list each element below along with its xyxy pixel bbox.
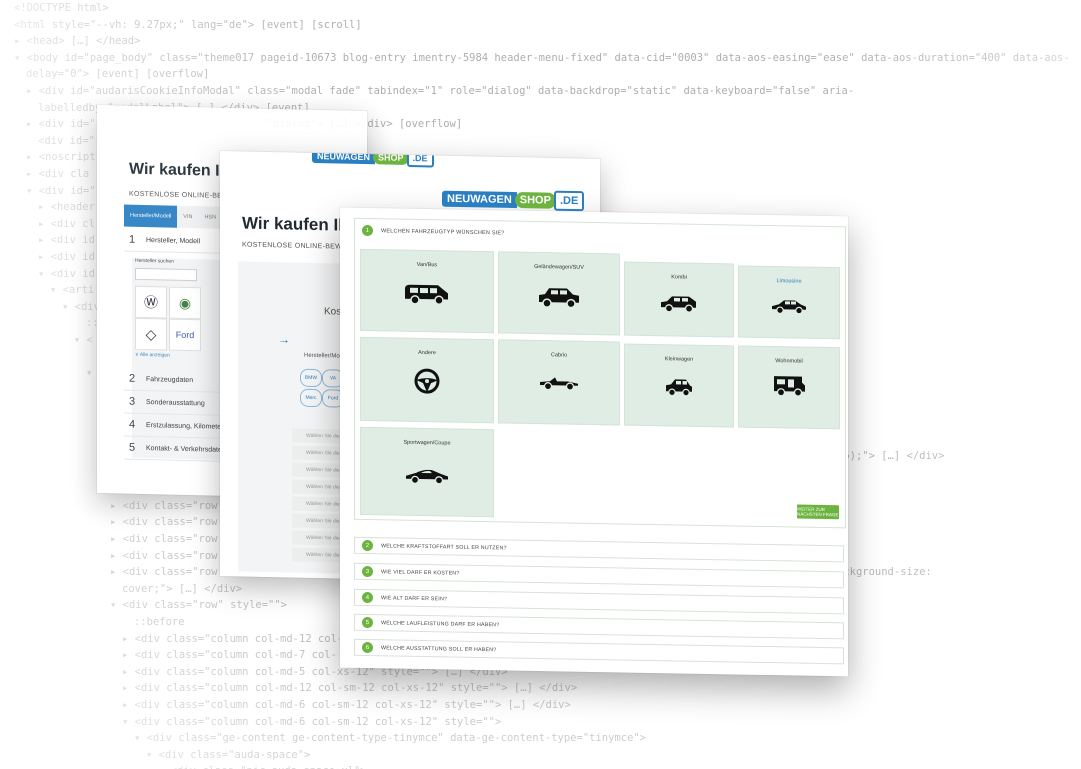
code-line: ▾ <div class="pic auda-space-xl">: [0, 763, 1081, 769]
suv-icon: [539, 288, 579, 309]
vehicle-label: Kleinwagen: [664, 356, 694, 363]
vw-logo-icon[interactable]: Ⓦ: [135, 285, 167, 319]
question-panel-vehicle-type: 1 WELCHEN FAHRZEUGTYP WÜNSCHEN SIE? Van/…: [354, 217, 846, 529]
step-badge: 1: [362, 224, 373, 237]
step-number: 3: [128, 395, 136, 408]
kleinwagen-icon: [666, 379, 692, 397]
wohnmobil-icon: [774, 376, 805, 397]
tab-hsn[interactable]: HSN: [198, 206, 222, 229]
vehicle-card-andere[interactable]: Andere: [360, 336, 494, 424]
next-question-button[interactable]: WEITER ZUR NÄCHSTEN FRAGE: [797, 504, 839, 520]
brand-chip[interactable]: BMW: [300, 368, 322, 388]
vehicle-label: Kombi: [671, 274, 687, 281]
code-line: <html style="--vh: 9.27px;" lang="de"> […: [14, 18, 362, 31]
brand-chip[interactable]: Merc: [300, 388, 322, 408]
kombi-icon: [661, 296, 696, 313]
vehicle-card-van[interactable]: Van/Bus: [360, 248, 494, 334]
question-label: WELCHE KRAFTSTOFFART SOLL ER NUTZEN?: [381, 542, 507, 551]
question-header[interactable]: 1 WELCHEN FAHRZEUGTYP WÜNSCHEN SIE?: [362, 224, 505, 238]
vehicle-label: Geländewagen/SUV: [534, 263, 584, 271]
step-label: Hersteller, Modell: [146, 236, 201, 245]
show-all-link[interactable]: ∨ Alle anzeigen: [135, 352, 170, 359]
vehicle-label: Sportwagen/Coupe: [403, 439, 451, 447]
code-line: delay="0"> [event] [overflow]: [26, 68, 210, 81]
code-line: ▾ <div class="auda-space">: [146, 748, 311, 761]
step-number: 2: [128, 372, 136, 385]
vehicle-label: Wohnmobil: [775, 358, 803, 365]
logo-part-de: .DE: [553, 190, 585, 212]
step-badge: 2: [362, 539, 373, 552]
question-label: WELCHE LAUFLEISTUNG DARF ER HABEN?: [381, 619, 500, 628]
vehicle-card-limousine[interactable]: Limousine: [738, 265, 840, 340]
tab-hersteller-modell[interactable]: Hersteller/Modell: [124, 204, 178, 228]
logo-part-neuwagen: NEUWAGEN: [442, 190, 517, 209]
step-number: 1: [128, 233, 136, 246]
van-icon: [405, 284, 448, 306]
step-number: 5: [128, 441, 136, 454]
ford-logo-icon[interactable]: Ford: [169, 318, 201, 352]
page-title: Wir kaufen Ihr: [242, 213, 356, 235]
code-line: ▸ <div id="audarisCookieInfoModal" class…: [26, 84, 855, 97]
sportwagen-icon: [406, 469, 448, 485]
limousine-icon: [772, 300, 806, 315]
code-line: ▸ <div class="column col-md-12 col-sm-12…: [122, 682, 578, 695]
vehicle-card-kombi[interactable]: Kombi: [624, 261, 734, 338]
question-row-preis[interactable]: 3 WIE VIEL DARF ER KOSTEN?: [354, 562, 844, 589]
skoda-logo-icon[interactable]: ◉: [169, 286, 201, 320]
form-heading: Kos: [324, 306, 342, 318]
code-line: ▾ <body id="page_body" class="theme017 p…: [14, 51, 1070, 64]
brand-search-input[interactable]: [135, 267, 197, 282]
question-row-kraftstoff[interactable]: 2 WELCHE KRAFTSTOFFART SOLL ER NUTZEN?: [354, 536, 844, 563]
question-label: WIE ALT DARF ER SEIN?: [381, 594, 448, 602]
question-label: WELCHE AUSSTATTUNG SOLL ER HABEN?: [381, 644, 497, 653]
question-label: WIE VIEL DARF ER KOSTEN?: [381, 568, 460, 577]
question-row-laufleistung[interactable]: 5 WELCHE LAUFLEISTUNG DARF ER HABEN?: [354, 613, 844, 640]
vehicle-card-suv[interactable]: Geländewagen/SUV: [498, 251, 620, 336]
logo-part-shop: SHOP: [514, 192, 556, 209]
vehicle-label: Limousine: [776, 278, 802, 285]
question-row-alter[interactable]: 4 WIE ALT DARF ER SEIN?: [354, 588, 844, 615]
vehicle-card-wohnmobil[interactable]: Wohnmobil: [738, 345, 840, 430]
step-badge: 5: [362, 616, 373, 629]
vehicle-card-cabrio[interactable]: Cabrio: [498, 339, 620, 426]
code-line: ▸ <div class="column col-md-6 col-sm-12 …: [122, 698, 571, 711]
vehicle-card-sportwagen[interactable]: Sportwagen/Coupe: [360, 426, 494, 518]
step-label: Erstzulassung, Kilometer: [146, 421, 224, 431]
vehicle-label: Cabrio: [550, 352, 568, 359]
vehicle-label: Van/Bus: [416, 261, 438, 269]
vehicle-label: Andere: [418, 349, 436, 357]
step-label: Fahrzeugdaten: [146, 375, 194, 384]
step-number: 4: [128, 418, 136, 431]
step-label: Kontakt- & Verkehrsdaten: [146, 444, 226, 454]
step-badge: 4: [362, 591, 373, 604]
vehicle-card-kleinwagen[interactable]: Kleinwagen: [624, 343, 734, 428]
code-line: ▾ <div class="ge-content ge-content-type…: [134, 732, 647, 745]
step-badge: 6: [362, 641, 373, 654]
filter-label: Hersteller suchen: [135, 257, 174, 265]
code-line: ▸ <head> […] </head>: [14, 35, 141, 48]
question-label: WELCHEN FAHRZEUGTYP WÜNSCHEN SIE?: [381, 227, 505, 236]
front-window: 1 WELCHEN FAHRZEUGTYP WÜNSCHEN SIE? Van/…: [340, 207, 848, 677]
site-logo[interactable]: NEUWAGEN SHOP .DE: [442, 189, 585, 212]
question-row-ausstattung[interactable]: 6 WELCHE AUSSTATTUNG SOLL ER HABEN?: [354, 638, 844, 665]
code-line: ▾ <div class="column col-md-6 col-sm-12 …: [122, 715, 502, 728]
tab-vin[interactable]: VIN: [177, 206, 198, 228]
step-label: Sonderausstattung: [146, 398, 205, 407]
arrow-right-icon[interactable]: →: [278, 332, 290, 346]
step-badge: 3: [362, 565, 373, 578]
renault-logo-icon[interactable]: ◇: [135, 317, 167, 351]
code-line: <!DOCTYPE html>: [14, 2, 109, 14]
cabrio-icon: [540, 377, 578, 391]
steering-wheel-icon: [414, 368, 440, 394]
